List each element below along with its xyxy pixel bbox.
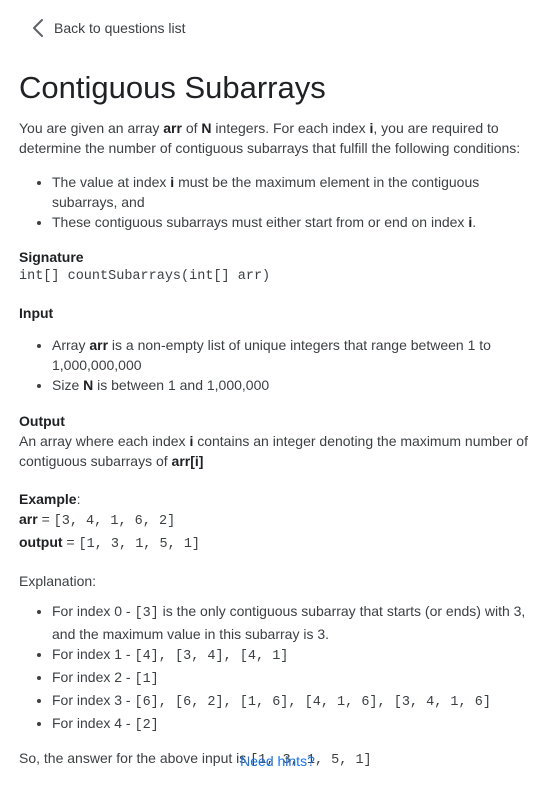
example-heading: Example: — [19, 491, 81, 507]
list-item: The value at index i must be the maximum… — [52, 172, 537, 212]
example-arr-line: arr = [3, 4, 1, 6, 2] — [19, 511, 176, 529]
explanation-heading: Explanation: — [19, 573, 97, 589]
example-output-line: output = [1, 3, 1, 5, 1] — [19, 534, 201, 552]
conditions-list: The value at index i must be the maximum… — [19, 172, 537, 232]
signature-heading: Signature — [19, 249, 84, 265]
back-to-questions-link[interactable]: Back to questions list — [32, 18, 186, 38]
output-heading: Output — [19, 413, 65, 429]
list-item: For index 0 - [3] is the only contiguous… — [52, 601, 537, 644]
list-item: Size N is between 1 and 1,000,000 — [52, 375, 537, 395]
input-heading: Input — [19, 305, 54, 321]
chevron-left-icon — [32, 18, 44, 38]
list-item: Array arr is a non-empty list of unique … — [52, 335, 537, 375]
back-link-label: Back to questions list — [54, 20, 186, 36]
question-body: You are given an array arr of N integers… — [19, 118, 537, 771]
signature-code: int[] countSubarrays(int[] arr) — [19, 269, 271, 284]
page-title: Contiguous Subarrays — [19, 70, 326, 105]
list-item: These contiguous subarrays must either s… — [52, 212, 537, 232]
output-description: An array where each index i contains an … — [19, 433, 528, 469]
list-item: For index 4 - [2] — [52, 713, 537, 736]
list-item: For index 3 - [6], [6, 2], [1, 6], [4, 1… — [52, 690, 537, 713]
question-page: Back to questions list Contiguous Subarr… — [0, 0, 555, 798]
input-list: Array arr is a non-empty list of unique … — [19, 335, 537, 395]
list-item: For index 1 - [4], [3, 4], [4, 1] — [52, 644, 537, 667]
list-item: For index 2 - [1] — [52, 667, 537, 690]
need-hints-link[interactable]: Need hints? — [0, 751, 555, 771]
intro-paragraph: You are given an array arr of N integers… — [19, 120, 521, 156]
explanation-list: For index 0 - [3] is the only contiguous… — [19, 601, 537, 736]
